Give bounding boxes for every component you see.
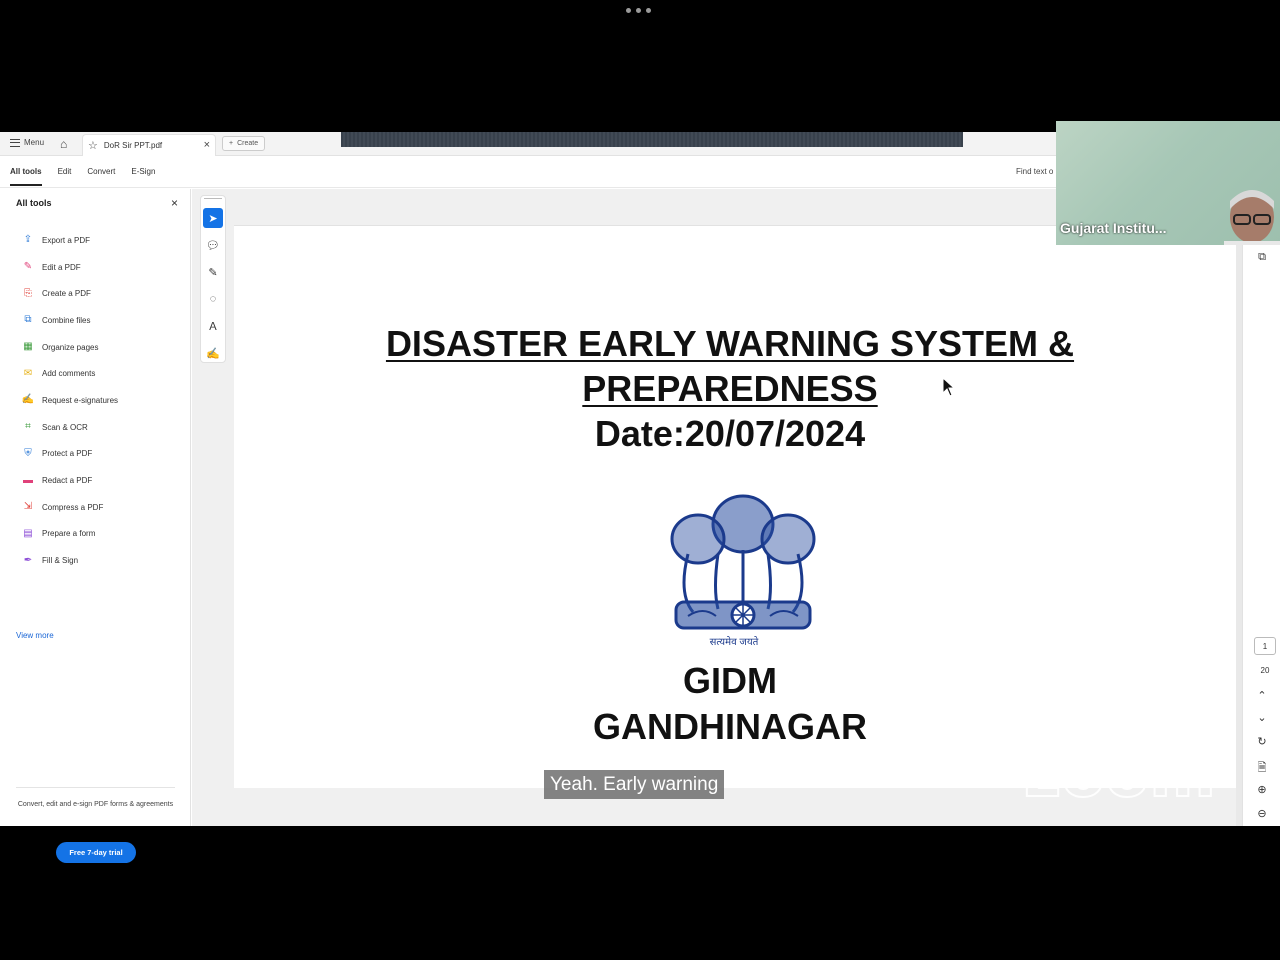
- pdf-page: DISASTER EARLY WARNING SYSTEM & PREPARED…: [234, 225, 1236, 788]
- tool-label: Request e-signatures: [42, 395, 119, 405]
- tool-label: Compress a PDF: [42, 502, 104, 512]
- tool-item[interactable]: ✍ Request e-signatures: [22, 387, 118, 414]
- create-label: Create: [237, 140, 259, 147]
- export-pdf-icon: ⇪: [23, 234, 33, 246]
- tool-item[interactable]: ⌗ Scan & OCR: [22, 414, 118, 441]
- tool-label: Prepare a form: [42, 529, 96, 539]
- close-tab-icon[interactable]: ×: [204, 139, 210, 151]
- tab-all-tools[interactable]: All tools: [10, 167, 42, 186]
- protect-pdf-icon: ⛨: [24, 447, 32, 459]
- comment-tool-icon[interactable]: 💬︎: [203, 235, 223, 255]
- tool-item[interactable]: ▬ Redact a PDF: [22, 467, 118, 494]
- prepare-form-icon: ▤: [23, 527, 33, 539]
- zoom-out-icon[interactable]: ⊖: [1254, 807, 1270, 820]
- edit-pdf-icon: ✎: [23, 261, 33, 273]
- signature-tool-icon[interactable]: ✍: [203, 343, 223, 363]
- more-options-dots[interactable]: [626, 8, 651, 13]
- tool-label: Add comments: [42, 369, 96, 379]
- title-line-2: PREPAREDNESS: [582, 368, 878, 409]
- tool-item[interactable]: ⇪ Export a PDF: [22, 227, 118, 254]
- organization-name: GIDM GANDHINAGAR: [234, 658, 1226, 750]
- create-button[interactable]: + Create: [222, 136, 266, 151]
- redact-pdf-icon: ▬: [23, 474, 33, 486]
- national-emblem-icon: [670, 494, 816, 630]
- document-tab[interactable]: ☆ DoR Sir PPT.pdf ×: [82, 134, 216, 156]
- right-rail: ⧉ 1 20 ⌃ ⌄ ↻ 🗎︎ ⊕ ⊖: [1242, 189, 1280, 826]
- live-caption: Yeah. Early warning: [544, 770, 725, 799]
- tool-item[interactable]: ⎘ Create a PDF: [22, 280, 118, 307]
- all-tools-panel: All tools × ⇪ Export a PDF ✎ Edit a PDF ⎘ Cre…: [0, 189, 191, 863]
- zoom-in-icon[interactable]: ⊕: [1254, 783, 1270, 796]
- title-line-1: DISASTER EARLY WARNING SYSTEM &: [385, 323, 1075, 364]
- tool-item[interactable]: ✒ Fill & Sign: [22, 547, 118, 574]
- scan-ocr-icon: ⌗: [25, 421, 31, 433]
- free-trial-button[interactable]: Free 7-day trial: [56, 842, 136, 863]
- copy-pages-icon[interactable]: ⧉: [1254, 251, 1270, 264]
- pen-tool-icon[interactable]: ✎: [203, 262, 223, 282]
- participant-video-tile[interactable]: Gujarat Institu...: [1056, 121, 1280, 245]
- rotate-icon[interactable]: ↻: [1254, 735, 1270, 748]
- slide-date: Date:20/07/2024: [594, 413, 866, 454]
- tool-item[interactable]: ▦ Organize pages: [22, 334, 118, 361]
- tool-label: Scan & OCR: [42, 422, 88, 432]
- tab-convert[interactable]: Convert: [87, 167, 115, 186]
- text-box-tool-icon[interactable]: Ａ: [203, 316, 223, 336]
- tool-label: Protect a PDF: [42, 449, 93, 459]
- compress-pdf-icon: ⇲: [23, 501, 33, 513]
- tool-item[interactable]: ✎ Edit a PDF: [22, 254, 118, 281]
- tool-label: Export a PDF: [42, 235, 91, 245]
- tool-label: Combine files: [42, 315, 91, 325]
- tool-label: Create a PDF: [42, 289, 91, 299]
- fill-sign-icon: ✒: [23, 554, 33, 566]
- find-text-input[interactable]: Find text o: [1016, 167, 1053, 176]
- panel-title: All tools: [16, 198, 52, 208]
- tool-label: Edit a PDF: [42, 262, 81, 272]
- tool-item[interactable]: ⧉ Combine files: [22, 307, 118, 334]
- menu-button[interactable]: Menu: [10, 138, 44, 147]
- home-icon[interactable]: ⌂: [60, 137, 67, 151]
- lasso-tool-icon[interactable]: ◌: [203, 289, 223, 309]
- tool-label: Redact a PDF: [42, 476, 93, 486]
- participant-name: Gujarat Institu...: [1060, 220, 1167, 236]
- tool-item[interactable]: ▤ Prepare a form: [22, 521, 118, 548]
- emblem-motto: सत्यमेव जयते: [709, 637, 759, 648]
- tool-label: Organize pages: [42, 342, 99, 352]
- tab-edit[interactable]: Edit: [58, 167, 72, 186]
- vertical-toolbar: ➤ 💬︎ ✎ ◌ Ａ ✍: [200, 195, 226, 363]
- tool-label: Fill & Sign: [42, 556, 79, 566]
- page-settings-icon[interactable]: 🗎︎: [1254, 759, 1270, 778]
- participant-avatar: [1224, 190, 1280, 245]
- tool-item[interactable]: ⇲ Compress a PDF: [22, 494, 118, 521]
- organize-pages-icon: ▦: [23, 341, 33, 353]
- tab-esign[interactable]: E-Sign: [131, 167, 155, 186]
- tool-item[interactable]: ⛨ Protect a PDF: [22, 441, 118, 468]
- chevron-up-icon[interactable]: ⌃: [1254, 689, 1270, 702]
- page-count: 20: [1260, 666, 1270, 675]
- tool-list: ⇪ Export a PDF ✎ Edit a PDF ⎘ Create a PDF ⧉ Co…: [22, 227, 118, 574]
- view-more-link[interactable]: View more: [16, 631, 54, 640]
- request-esign-icon: ✍: [21, 394, 35, 406]
- star-icon[interactable]: ☆: [88, 139, 98, 152]
- mouse-cursor-icon: [942, 377, 956, 397]
- hamburger-icon: [10, 138, 20, 147]
- select-tool-icon[interactable]: ➤: [203, 208, 223, 228]
- slide-title: DISASTER EARLY WARNING SYSTEM & PREPARED…: [234, 321, 1226, 456]
- zoom-watermark: zoom: [1023, 737, 1217, 813]
- plus-icon: +: [229, 140, 234, 147]
- promo-text: Convert, edit and e-sign PDF forms & agr…: [16, 787, 175, 810]
- chevron-down-icon[interactable]: ⌄: [1254, 711, 1270, 724]
- combine-files-icon: ⧉: [24, 314, 32, 326]
- screen-share-strip: [341, 132, 963, 147]
- toolbar-grip[interactable]: [204, 198, 222, 201]
- document-tab-label: DoR Sir PPT.pdf: [103, 141, 163, 150]
- close-panel-icon[interactable]: ×: [171, 196, 178, 210]
- org-line-1: GIDM: [683, 660, 777, 701]
- document-viewer: ➤ 💬︎ ✎ ◌ Ａ ✍ DISASTER EARLY WARNING SYST…: [192, 189, 1242, 826]
- tool-item[interactable]: ✉ Add comments: [22, 360, 118, 387]
- page-number-input[interactable]: 1: [1254, 637, 1276, 655]
- create-pdf-icon: ⎘: [24, 287, 32, 299]
- add-comments-icon: ✉: [23, 367, 33, 379]
- menu-label: Menu: [24, 138, 45, 147]
